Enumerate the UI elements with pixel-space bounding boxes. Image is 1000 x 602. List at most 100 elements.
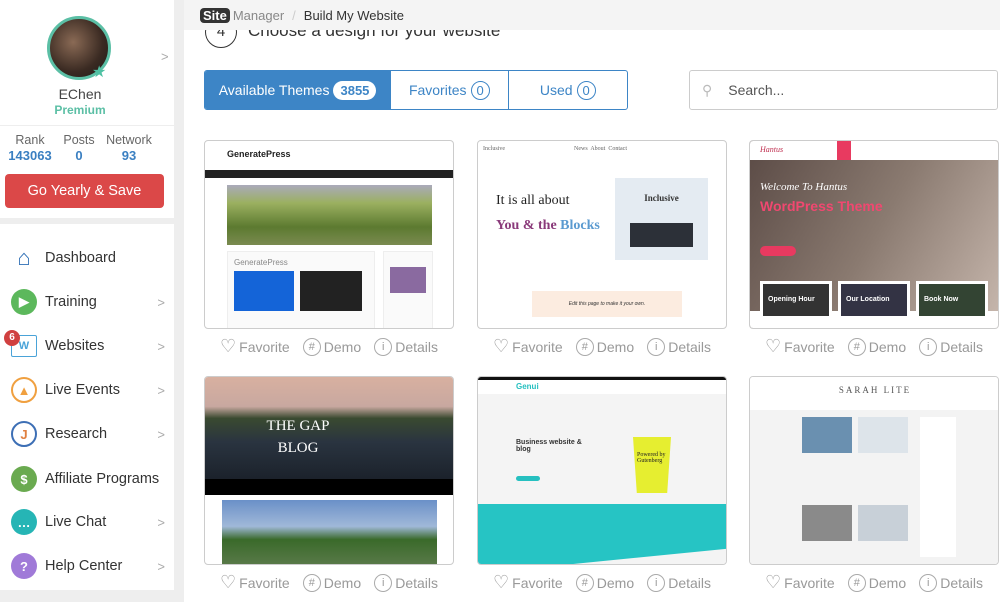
sidebar-item-training[interactable]: ▶ Training > (0, 282, 174, 322)
theme-card-sarah-lite[interactable]: SARAH LITE (749, 376, 999, 565)
sidebar-item-websites[interactable]: W 6 Websites > (0, 326, 174, 366)
details-button[interactable]: i Details (647, 572, 711, 593)
demo-button[interactable]: # Demo (847, 336, 907, 357)
theme-card-the-gap-blog[interactable]: THE GAP BLOG (204, 376, 454, 565)
chevron-right-icon: > (157, 514, 165, 530)
stat-network: Network 93 (102, 133, 156, 163)
stat-label: Posts (63, 133, 95, 147)
sidebar-item-label: Training (45, 294, 97, 310)
sidebar-item-label: Help Center (45, 558, 123, 574)
sidebar-item-help-center[interactable]: ? Help Center > (0, 546, 174, 586)
details-button[interactable]: i Details (374, 336, 438, 357)
theme-card-hantus[interactable]: Hantus Welcome To Hantus WordPress Theme… (749, 140, 999, 329)
details-label: Details (395, 574, 438, 591)
globe-icon: # (575, 573, 594, 592)
help-icon: ? (11, 553, 37, 579)
search-input[interactable]: ⚲ Search... (689, 70, 998, 110)
favorite-button[interactable]: ♡ Favorite (765, 572, 835, 593)
info-icon: i (647, 573, 666, 592)
chevron-right-icon: > (157, 382, 165, 398)
favorite-button[interactable]: ♡ Favorite (765, 336, 835, 357)
favorite-label: Favorite (512, 338, 563, 355)
sidebar-item-label: Live Chat (45, 514, 107, 530)
stat-posts: Posts 0 (58, 133, 100, 163)
info-icon: i (647, 337, 666, 356)
theme-headline: Business website & blog (516, 439, 582, 453)
theme-logo: Genui (516, 382, 539, 391)
demo-button[interactable]: # Demo (575, 572, 634, 593)
theme-card-genui[interactable]: Genui Business website & blog Powered by… (477, 376, 727, 565)
theme-card-generatepress[interactable]: GeneratePress GeneratePress (204, 140, 454, 329)
details-label: Details (668, 338, 711, 355)
home-icon: ⌂ (17, 245, 31, 270)
heart-icon: ♡ (765, 336, 782, 356)
sidebar-item-affiliate-programs[interactable]: $ Affiliate Programs (0, 459, 174, 499)
chevron-right-icon: > (157, 338, 165, 354)
globe-icon: # (847, 573, 866, 592)
sidebar-item-live-chat[interactable]: … Live Chat > (0, 502, 174, 542)
demo-button[interactable]: # Demo (302, 572, 361, 593)
favorite-button[interactable]: ♡ Favorite (220, 572, 290, 593)
sidebar-menu: ⌂ Dashboard ▶ Training > W 6 Websites > ▲ Live … (0, 224, 174, 590)
tab-label: Available Themes (218, 82, 330, 98)
breadcrumb-manager[interactable]: Manager (233, 8, 284, 23)
theme-preview: Genui Business website & blog Powered by… (478, 377, 726, 564)
site-logo[interactable]: Site (200, 7, 230, 23)
heart-icon: ♡ (493, 336, 510, 356)
heart-icon: ♡ (765, 572, 782, 592)
details-button[interactable]: i Details (919, 572, 983, 593)
favorite-button[interactable]: ♡ Favorite (493, 336, 563, 357)
sidebar-item-dashboard[interactable]: ⌂ Dashboard (0, 238, 174, 278)
sidebar-item-live-events[interactable]: ▲ Live Events > (0, 370, 174, 410)
stat-value: 143063 (8, 148, 52, 163)
details-button[interactable]: i Details (374, 572, 438, 593)
theme-cta: Edit this page to make it your own. (532, 291, 682, 317)
theme-title: THE GAP BLOG (266, 418, 330, 456)
affiliate-icon: $ (11, 466, 37, 492)
search-icon: ⚲ (702, 81, 713, 98)
tab-used[interactable]: Used 0 (509, 71, 627, 109)
stat-label: Rank (15, 133, 45, 147)
main-content: 4 Choose a design for your website Avail… (184, 0, 1000, 602)
broadcast-icon: ▲ (11, 377, 37, 403)
theme-title: SARAH LITE (750, 377, 998, 410)
membership-plan: Premium (54, 103, 106, 117)
favorite-button[interactable]: ♡ Favorite (493, 572, 563, 593)
breadcrumb: Site Manager / Build My Website (184, 0, 1000, 30)
demo-button[interactable]: # Demo (575, 336, 634, 357)
theme-actions: ♡ Favorite # Demo i Details (477, 336, 727, 357)
chevron-right-icon[interactable]: > (161, 49, 169, 64)
tab-available-themes[interactable]: Available Themes 3855 (205, 71, 392, 109)
details-button[interactable]: i Details (919, 336, 983, 357)
demo-label: Demo (868, 338, 907, 355)
globe-icon: # (302, 573, 321, 592)
go-yearly-button[interactable]: Go Yearly & Save (5, 174, 164, 208)
theme-actions: ♡ Favorite # Demo i Details (477, 572, 727, 593)
chevron-right-icon: > (157, 426, 165, 442)
theme-tabs: Available Themes 3855 Favorites 0 Used 0 (204, 70, 628, 110)
sidebar-item-label: Research (45, 426, 108, 442)
theme-card-inclusive[interactable]: Inclusive News About Contact It is all a… (477, 140, 727, 329)
theme-preview: GeneratePress GeneratePress (205, 141, 453, 328)
favorite-label: Favorite (784, 338, 835, 355)
theme-actions: ♡ Favorite # Demo i Details (204, 572, 454, 593)
research-icon: J (11, 421, 37, 447)
demo-button[interactable]: # Demo (302, 336, 361, 357)
details-button[interactable]: i Details (647, 336, 711, 357)
search-placeholder: Search... (728, 82, 785, 98)
tab-favorites[interactable]: Favorites 0 (391, 71, 509, 109)
demo-button[interactable]: # Demo (847, 572, 906, 593)
profile-card: ★ > EChen Premium Rank 143063 Posts 0 Netw… (0, 0, 174, 218)
theme-preview: Inclusive News About Contact It is all a… (478, 141, 726, 328)
play-icon: ▶ (11, 289, 37, 315)
user-name[interactable]: EChen (0, 86, 160, 102)
info-icon: i (374, 337, 393, 356)
favorite-button[interactable]: ♡ Favorite (220, 336, 290, 357)
stat-value: 0 (75, 148, 83, 163)
tab-count: 0 (470, 80, 490, 100)
tab-label: Used (539, 82, 573, 98)
sidebar-item-research[interactable]: J Research > (0, 414, 174, 454)
theme-preview: SARAH LITE (750, 377, 998, 564)
tab-label: Favorites (408, 82, 467, 98)
theme-title: Inclusive (644, 193, 679, 203)
